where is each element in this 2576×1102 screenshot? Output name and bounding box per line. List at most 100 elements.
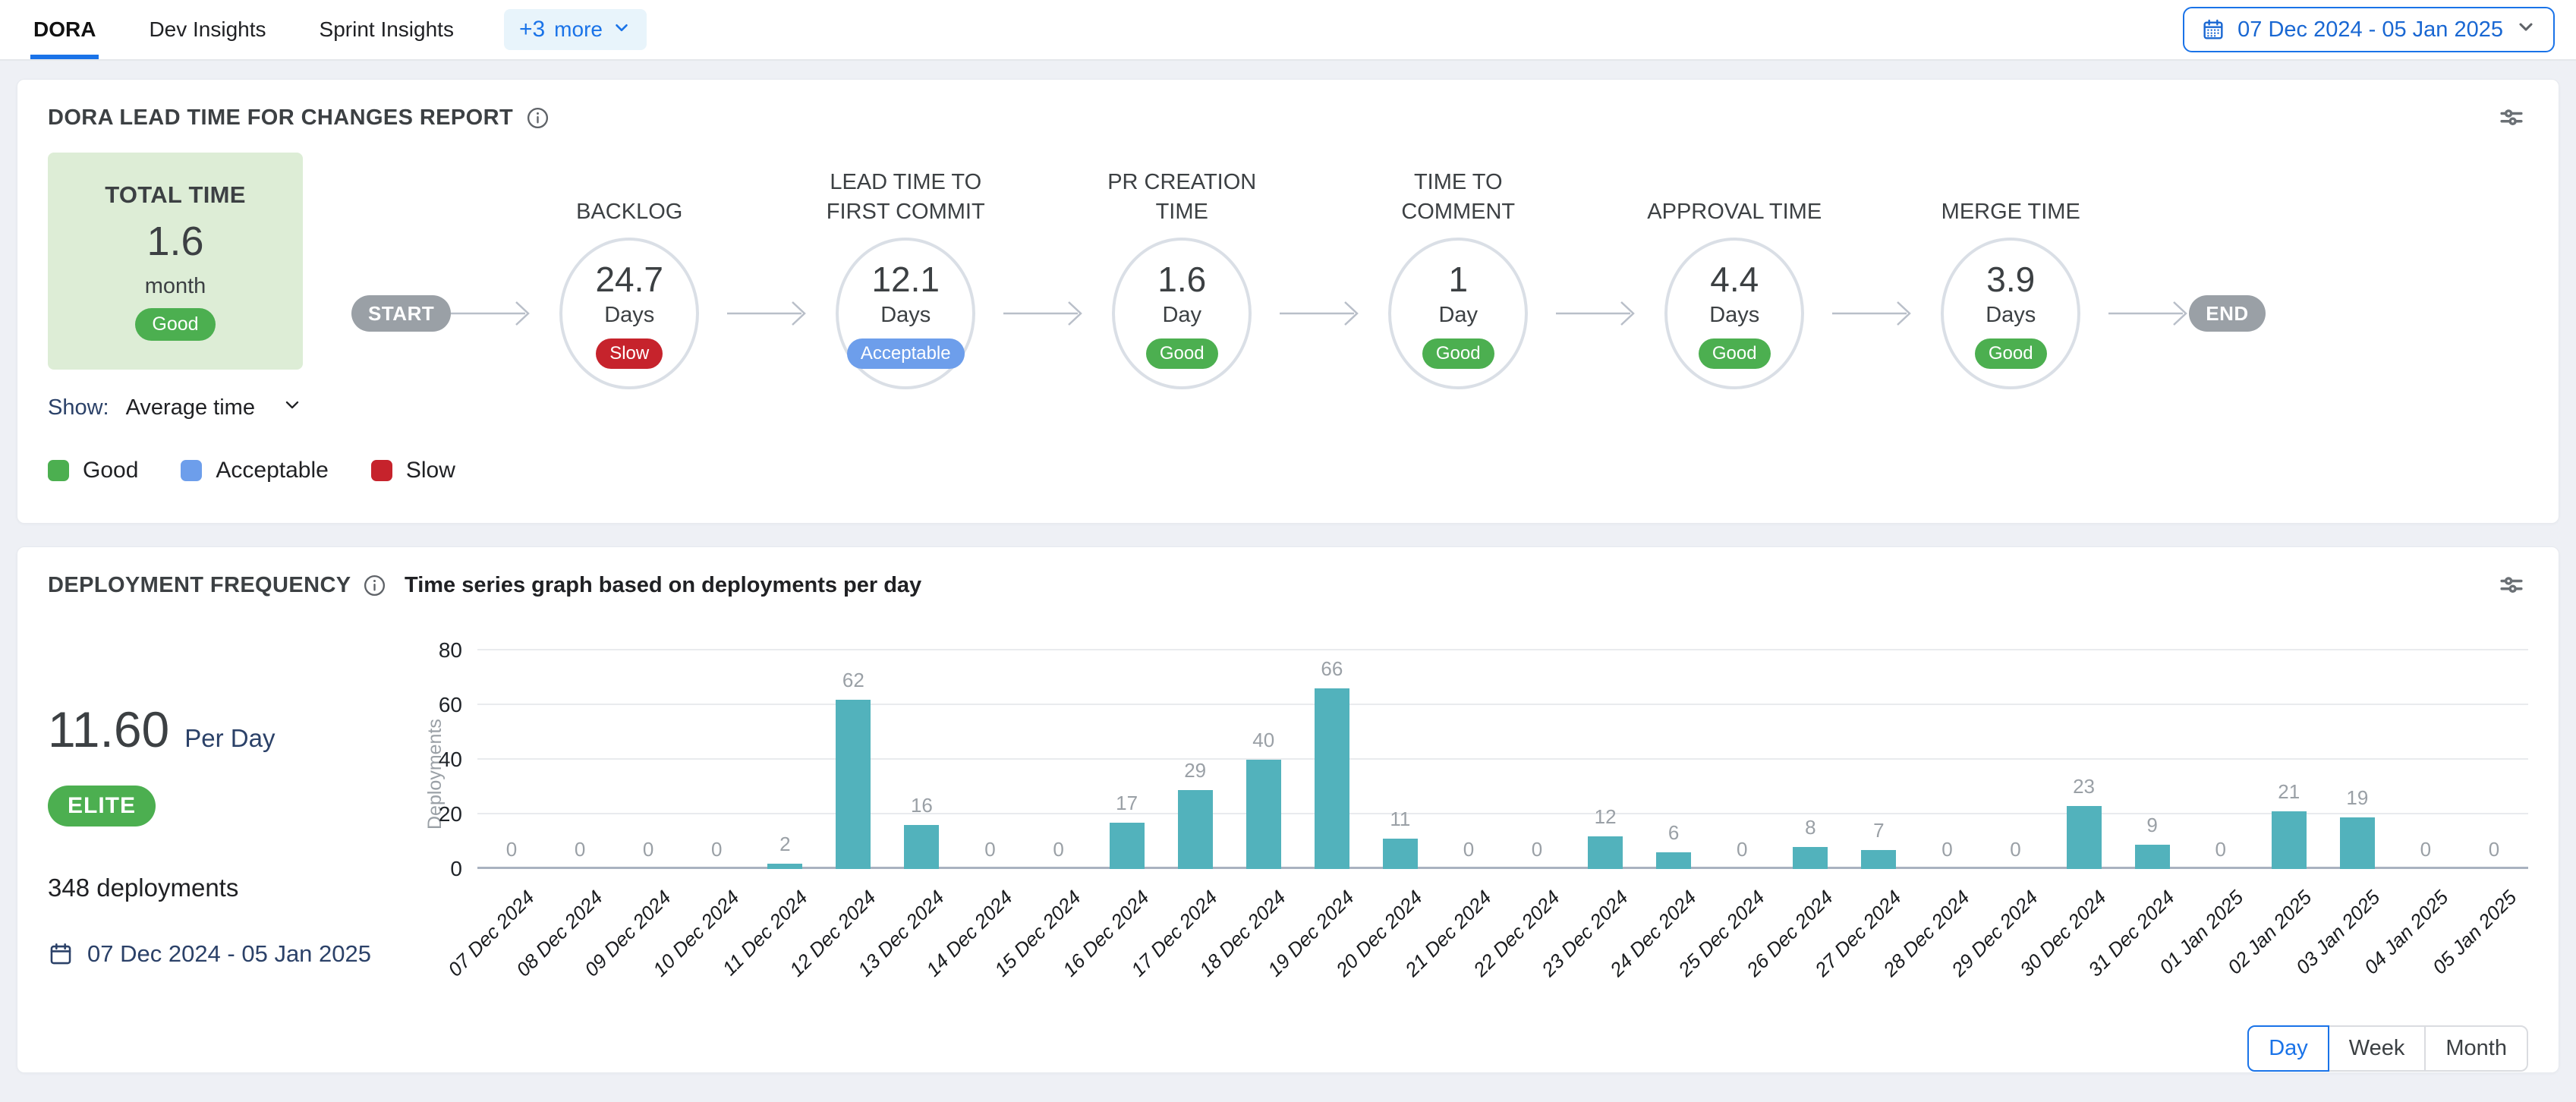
bar-value-label: 0 [1463,838,1474,861]
info-icon[interactable] [525,105,550,131]
arrow-right-icon [1280,297,1360,330]
more-tabs-count: +3 [519,17,545,43]
top-nav-bar: DORADev InsightsSprint Insights +3 more … [0,0,2576,61]
status-badge: Slow [596,338,663,369]
grid-line [477,813,2528,814]
status-badge: Good [1146,338,1218,369]
bar-value-label: 0 [1941,838,1952,861]
tab-dev-insights[interactable]: Dev Insights [146,0,269,59]
stage-unit: Days [880,303,931,328]
stage-label: LEAD TIME TO FIRST COMMIT [808,154,1003,227]
lead-time-card-title: DORA LEAD TIME FOR CHANGES REPORT [48,105,513,131]
granularity-week[interactable]: Week [2328,1025,2426,1072]
legend-swatch [48,460,69,481]
legend-swatch [181,460,202,481]
arrow-right-icon [451,297,531,330]
tab-sprint-insights[interactable]: Sprint Insights [316,0,457,59]
flow-stage: BACKLOG 24.7 Days Slow [531,154,727,389]
stage-circle: 1.6DayGood [1112,238,1252,389]
deployment-bar [1315,688,1349,869]
end-pill: END [2189,295,2265,332]
deployment-bar [2340,817,2375,869]
granularity-day[interactable]: Day [2247,1025,2329,1072]
calendar-icon [2201,17,2225,42]
deployment-bar [1110,823,1145,869]
chevron-down-icon [612,17,631,43]
stage-unit: Days [604,303,654,328]
status-legend: GoodAcceptableSlow [48,458,2528,483]
stage-unit: Days [1986,303,2036,328]
stage-value: 1 [1448,259,1468,300]
bar-value-label: 0 [1737,838,1747,861]
y-axis-tick: 80 [439,638,462,663]
legend-label: Acceptable [216,458,328,483]
flow-stage: TIME TO COMMENT1DayGood [1360,154,1556,389]
bar-value-label: 11 [1390,808,1410,831]
flow-stage: PR CREATION TIME1.6DayGood [1084,154,1280,389]
show-label: Show: [48,395,109,420]
bar-value-label: 29 [1184,759,1206,782]
bar-value-label: 0 [2010,838,2020,861]
deployment-bar [836,700,871,869]
deployment-bar [1656,852,1691,869]
deployment-card-title: DEPLOYMENT FREQUENCY [48,573,351,598]
deployment-date-range-text: 07 Dec 2024 - 05 Jan 2025 [87,940,371,968]
chart-plot-area: 0204060800000262160017294066110012608700… [477,650,2528,869]
status-badge: Acceptable [847,338,965,369]
status-badge: Good [1699,338,1771,369]
sliders-icon[interactable] [2495,568,2528,602]
info-icon[interactable] [362,573,387,598]
arrow-right-icon [727,297,808,330]
deployment-bar [1588,836,1623,869]
tab-dora[interactable]: DORA [30,0,99,59]
stage-circle: 24.7 Days Slow [559,238,699,389]
performance-tier-badge: ELITE [48,786,156,826]
deployment-bar [1861,850,1896,869]
stage-value: 3.9 [1986,259,2035,300]
legend-swatch [371,460,392,481]
stage-value: 12.1 [871,259,940,300]
deployment-bar [1793,847,1828,869]
grid-line [477,649,2528,650]
deployment-bar [767,864,802,869]
deployment-bar [2067,806,2102,869]
deployment-rate-unit: Per Day [184,724,275,753]
arrow-right-icon [1003,297,1084,330]
deployment-count: 348 deployments [48,874,405,902]
stage-unit: Day [1162,303,1201,328]
bar-value-label: 66 [1321,657,1343,681]
more-tabs-button[interactable]: +3 more [504,9,647,50]
bar-value-label: 12 [1595,805,1617,829]
stage-label: TIME TO COMMENT [1360,154,1556,227]
deployment-bar [2272,811,2307,869]
deployment-bar [1178,790,1213,869]
date-range-picker[interactable]: 07 Dec 2024 - 05 Jan 2025 [2183,7,2555,52]
bar-value-label: 8 [1805,816,1815,839]
legend-item: Slow [371,458,455,483]
stage-unit: Day [1438,303,1478,328]
deployment-stats: 11.60 Per Day ELITE 348 deployments 07 D… [48,608,405,1024]
stage-value: 24.7 [595,259,663,300]
total-time-unit: month [145,274,206,299]
arrow-right-icon [1556,297,1636,330]
stage-label: BACKLOG [576,154,682,227]
stage-unit: Days [1709,303,1759,328]
bar-value-label: 0 [506,838,517,861]
grid-line [477,704,2528,705]
deployment-bar [1246,760,1281,869]
stage-label: APPROVAL TIME [1647,154,1822,227]
arrow-right-icon [1832,297,1913,330]
tab-bar: DORA Dev Insights Sprint Insights [30,0,504,59]
x-axis-labels: 07 Dec 202408 Dec 202409 Dec 202410 Dec … [477,877,2528,1021]
bar-value-label: 0 [2215,838,2225,861]
y-axis-tick: 40 [439,748,462,772]
deployment-rate-value: 11.60 [48,701,169,758]
deployments-bar-chart: Deployments 0204060800000262160017294066… [405,608,2528,1024]
grid-line [477,758,2528,760]
more-tabs-label: more [554,17,603,42]
flow-stage: APPROVAL TIME4.4DaysGood [1636,154,1832,389]
granularity-month[interactable]: Month [2424,1025,2528,1072]
bar-value-label: 21 [2278,780,2300,804]
sliders-icon[interactable] [2495,101,2528,134]
show-dropdown[interactable]: Show: Average time [48,394,303,421]
